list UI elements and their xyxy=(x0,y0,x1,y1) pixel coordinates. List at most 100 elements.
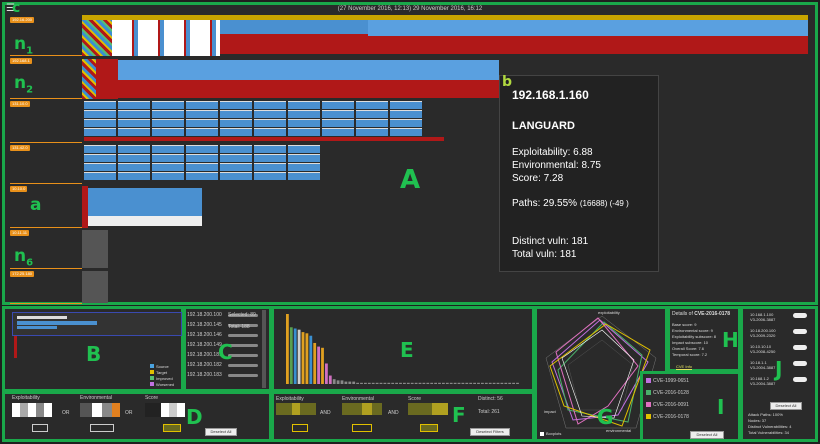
row3-cell-2-4[interactable] xyxy=(220,119,252,127)
histogram-bar-19[interactable] xyxy=(360,382,363,384)
histogram-bar-49[interactable] xyxy=(477,382,480,384)
host-label-5[interactable]: 10.11.11 xyxy=(10,230,29,236)
row3-cell-1-9[interactable] xyxy=(390,110,422,118)
row4-cell-3-4[interactable] xyxy=(220,172,252,180)
histogram-bar-2[interactable] xyxy=(293,328,297,384)
histogram-bar-45[interactable] xyxy=(461,382,465,384)
histogram-bar-24[interactable] xyxy=(379,382,383,384)
histogram-bar-38[interactable] xyxy=(434,382,437,384)
row4-cell-0-5[interactable] xyxy=(254,145,286,153)
d-environmental-histogram[interactable] xyxy=(80,403,120,417)
histogram-bar-23[interactable] xyxy=(375,382,379,384)
path-toggle-4[interactable] xyxy=(793,377,807,382)
row3-cell-3-5[interactable] xyxy=(254,128,286,136)
row3-cell-1-7[interactable] xyxy=(322,110,354,118)
row4-cell-1-2[interactable] xyxy=(152,154,184,162)
f-exploitability-histogram[interactable] xyxy=(276,403,316,415)
host-list-slider-6[interactable] xyxy=(228,374,258,377)
histogram-bar-36[interactable] xyxy=(426,382,430,384)
row2-node-red[interactable] xyxy=(96,59,118,99)
host-list-slider-2[interactable] xyxy=(228,334,258,337)
row4-cell-3-6[interactable] xyxy=(288,172,320,180)
host-label-3[interactable]: 131.42.0 xyxy=(10,145,30,151)
row3-cell-0-1[interactable] xyxy=(118,101,150,109)
histogram-bar-35[interactable] xyxy=(422,382,426,384)
histogram-bar-15[interactable] xyxy=(344,381,348,384)
row2-bar-bottom[interactable] xyxy=(118,80,499,98)
row3-cell-1-8[interactable] xyxy=(356,110,388,118)
row4-cell-1-3[interactable] xyxy=(186,154,218,162)
path-item-9[interactable]: V3-2004-3887 xyxy=(750,381,775,386)
histogram-bar-16[interactable] xyxy=(348,381,352,384)
histogram-bar-58[interactable] xyxy=(512,382,515,384)
row4-cell-2-0[interactable] xyxy=(84,163,116,171)
d-exploitability-boxplot[interactable] xyxy=(32,424,48,432)
histogram-bar-5[interactable] xyxy=(305,333,309,384)
histogram-bar-52[interactable] xyxy=(488,382,492,384)
row5-bar-white[interactable] xyxy=(88,216,202,226)
row2-node-pattern[interactable] xyxy=(82,59,96,99)
histogram-bar-9[interactable] xyxy=(321,347,324,384)
histogram-bar-50[interactable] xyxy=(481,382,484,384)
row3-cell-1-6[interactable] xyxy=(288,110,320,118)
row3-cell-1-5[interactable] xyxy=(254,110,286,118)
histogram-bar-44[interactable] xyxy=(457,382,461,384)
histogram-bar-4[interactable] xyxy=(301,332,305,384)
histogram-bar-46[interactable] xyxy=(465,382,469,384)
path-item-1[interactable]: V3-2006-3887 xyxy=(750,317,775,322)
row3-cell-0-0[interactable] xyxy=(84,101,116,109)
histogram-bar-37[interactable] xyxy=(430,382,434,384)
histogram-bar-3[interactable] xyxy=(297,329,301,384)
row3-cell-3-9[interactable] xyxy=(390,128,422,136)
row3-cell-0-5[interactable] xyxy=(254,101,286,109)
overview-minimap[interactable] xyxy=(12,312,182,336)
row1-node-cells[interactable] xyxy=(112,18,220,56)
host-list-item-0[interactable]: 192.18.200.100 xyxy=(187,312,222,318)
histogram-bar-6[interactable] xyxy=(309,335,313,384)
path-toggle-1[interactable] xyxy=(793,329,807,334)
row3-cell-2-5[interactable] xyxy=(254,119,286,127)
histogram-bar-11[interactable] xyxy=(328,375,332,384)
d-score-histogram[interactable] xyxy=(145,403,185,417)
host-label-0[interactable]: 192.16.200 xyxy=(10,17,35,23)
histogram-bar-48[interactable] xyxy=(473,382,476,384)
boxplots-checkbox[interactable] xyxy=(540,432,544,436)
row4-cell-3-5[interactable] xyxy=(254,172,286,180)
row3-cell-2-0[interactable] xyxy=(84,119,116,127)
histogram-bar-14[interactable] xyxy=(340,380,344,384)
histogram-bar-31[interactable] xyxy=(406,382,410,384)
host-list-item-3[interactable]: 192.18.200.149 xyxy=(187,342,222,348)
host-list-slider-5[interactable] xyxy=(228,364,258,367)
row4-cell-3-2[interactable] xyxy=(152,172,184,180)
row3-cell-2-8[interactable] xyxy=(356,119,388,127)
row3-cell-0-2[interactable] xyxy=(152,101,184,109)
row1-node-pattern[interactable] xyxy=(82,18,112,56)
path-toggle-3[interactable] xyxy=(793,361,807,366)
row4-cell-0-4[interactable] xyxy=(220,145,252,153)
host-list-item-2[interactable]: 192.18.200.146 xyxy=(187,332,222,338)
histogram-bar-29[interactable] xyxy=(399,382,402,384)
row3-cell-1-1[interactable] xyxy=(118,110,150,118)
row1-bar-a[interactable] xyxy=(220,18,368,54)
row3-cell-3-6[interactable] xyxy=(288,128,320,136)
histogram-bar-22[interactable] xyxy=(371,382,375,384)
histogram-bar-34[interactable] xyxy=(418,382,422,384)
vuln-checkbox-3[interactable] xyxy=(646,414,651,419)
histogram-bar-8[interactable] xyxy=(317,346,320,384)
d-environmental-boxplot[interactable] xyxy=(90,424,114,432)
row3-cell-1-0[interactable] xyxy=(84,110,116,118)
row4-cell-2-3[interactable] xyxy=(186,163,218,171)
path-toggle-2[interactable] xyxy=(793,345,807,350)
row3-cell-3-0[interactable] xyxy=(84,128,116,136)
histogram-bar-17[interactable] xyxy=(352,381,356,384)
host-list-item-5[interactable]: 192.18.200.182 xyxy=(187,362,222,368)
histogram-bar-27[interactable] xyxy=(391,382,395,384)
histogram-bar-20[interactable] xyxy=(364,382,367,384)
row3-cell-3-3[interactable] xyxy=(186,128,218,136)
row4-cell-1-5[interactable] xyxy=(254,154,286,162)
row3-cell-3-7[interactable] xyxy=(322,128,354,136)
f-environmental-histogram[interactable] xyxy=(342,403,382,415)
histogram-bar-12[interactable] xyxy=(332,379,336,384)
host-label-1[interactable]: 192.168.1 xyxy=(10,58,32,64)
vuln-item-1[interactable]: CVE-2016-0128 xyxy=(653,390,689,396)
